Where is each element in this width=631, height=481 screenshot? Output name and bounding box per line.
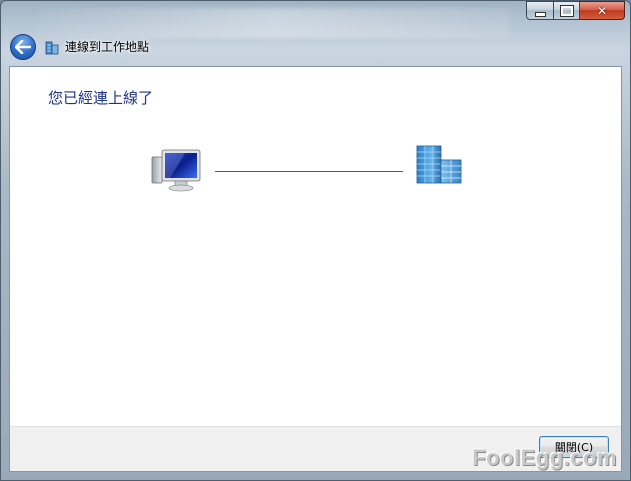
workplace-network-icon xyxy=(45,41,59,54)
server-icon xyxy=(416,145,462,184)
computer-icon xyxy=(151,149,201,192)
maximize-button[interactable] xyxy=(554,1,580,20)
back-button[interactable] xyxy=(10,34,36,60)
back-arrow-icon xyxy=(15,40,31,54)
close-icon: ✕ xyxy=(596,3,608,18)
window-title-bar: 連線到工作地點 xyxy=(44,38,149,55)
minimize-icon xyxy=(534,11,546,17)
close-window-button[interactable]: ✕ xyxy=(580,1,625,20)
page-heading: 您已經連上線了 xyxy=(48,89,154,107)
maximize-icon xyxy=(559,4,574,17)
watermark-logo: FoolEgg.com xyxy=(472,445,617,470)
minimize-button[interactable] xyxy=(526,1,554,20)
caption-buttons: ✕ xyxy=(526,1,625,20)
wizard-content: 您已經連上線了 關閉(C) xyxy=(9,66,622,472)
connection-line xyxy=(215,171,403,172)
window-title: 連線到工作地點 xyxy=(65,40,150,54)
